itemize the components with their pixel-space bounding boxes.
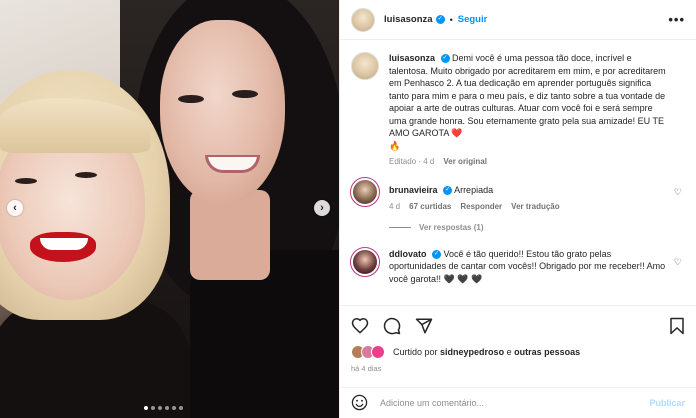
photo-person-right-face — [160, 20, 285, 205]
heart-icon[interactable]: ♡ — [674, 187, 682, 198]
carousel-next-button[interactable]: › — [314, 200, 330, 216]
carousel-dot — [144, 406, 148, 410]
comment-body: Você é tão querido!! Estou tão grato pel… — [389, 248, 666, 284]
comment-username[interactable]: ddlovato — [389, 249, 427, 259]
red-heart-emoji: ❤️ — [451, 128, 463, 138]
replies-line — [389, 226, 411, 228]
bookmark-icon[interactable] — [669, 317, 685, 335]
liked-by-user[interactable]: sidneypedroso — [440, 347, 504, 357]
carousel-prev-button[interactable]: ‹ — [7, 200, 23, 216]
comment-body: Arrepiada — [454, 185, 494, 195]
post-timestamp: há 4 dias — [351, 364, 382, 373]
verified-badge-icon: ✓ — [440, 54, 450, 64]
post-header: luisasonza ✓ • Seguir ••• — [340, 0, 696, 40]
carousel-dot — [151, 406, 155, 410]
emoji-icon[interactable] — [351, 394, 368, 413]
avatar — [371, 345, 385, 359]
comment-text: brunavieira ✓ Arrepiada — [389, 184, 667, 197]
photo-person-left-teeth — [40, 238, 88, 250]
publish-button[interactable]: Publicar — [649, 398, 685, 408]
comment-meta: 4 d 67 curtidas Responder Ver tradução — [389, 202, 667, 211]
fire-emoji: 🔥 — [389, 140, 401, 151]
post-details-pane: luisasonza ✓ • Seguir ••• luisasonza ✓ D… — [339, 0, 696, 418]
post-photo[interactable]: ‹ › — [0, 0, 339, 418]
reply-button[interactable]: Responder — [460, 202, 502, 211]
caption-body: Demi você é uma pessoa tão doce, incríve… — [389, 53, 666, 138]
photo-eye — [232, 90, 258, 98]
verified-badge-icon: ✓ — [435, 15, 445, 24]
caption-edited-info: Editado · 4 d — [389, 157, 435, 166]
caption-text: luisasonza ✓ Demi você é uma pessoa tão … — [389, 52, 667, 152]
comment-username[interactable]: brunavieira — [389, 185, 438, 195]
photo-eye — [15, 178, 37, 184]
add-comment-bar: Publicar — [340, 387, 696, 418]
view-replies-button[interactable]: Ver respostas (1) — [389, 223, 685, 232]
post-actions — [340, 305, 696, 345]
comment-item: brunavieira ✓ Arrepiada 4 d 67 curtidas … — [350, 177, 685, 211]
verified-badge-icon: ✓ — [443, 186, 453, 196]
heart-icon[interactable] — [351, 317, 369, 334]
avatar[interactable] — [351, 7, 375, 32]
more-options-icon[interactable]: ••• — [668, 12, 685, 27]
see-original-button[interactable]: Ver original — [443, 157, 487, 166]
comment-icon[interactable] — [383, 317, 401, 335]
avatar[interactable] — [350, 246, 380, 277]
follow-button[interactable]: Seguir — [458, 14, 488, 25]
comment-input[interactable] — [380, 398, 650, 408]
liked-by-others[interactable]: outras pessoas — [514, 347, 580, 357]
verified-badge-icon: ✓ — [432, 249, 442, 259]
caption-username[interactable]: luisasonza — [389, 53, 435, 63]
carousel-dot — [158, 406, 162, 410]
carousel-dot — [165, 406, 169, 410]
avatar[interactable] — [351, 52, 379, 80]
carousel-dot — [179, 406, 183, 410]
liked-by-text: Curtido por sidneypedroso e outras pesso… — [393, 347, 581, 357]
view-replies-label: Ver respostas (1) — [419, 222, 484, 232]
avatar[interactable] — [350, 177, 380, 207]
caption: luisasonza ✓ Demi você é uma pessoa tão … — [351, 52, 685, 166]
post-author-username[interactable]: luisasonza — [384, 14, 433, 25]
comments-list[interactable]: luisasonza ✓ Demi você é uma pessoa tão … — [340, 40, 696, 305]
liker-avatars — [351, 345, 389, 359]
share-icon[interactable] — [415, 317, 433, 335]
comment-likes-count[interactable]: 67 curtidas — [409, 202, 451, 211]
see-translation-button[interactable]: Ver tradução — [511, 202, 559, 211]
photo-eye — [75, 172, 97, 178]
separator-dot: • — [449, 14, 453, 25]
heart-icon[interactable]: ♡ — [674, 257, 682, 268]
comment-item: ddlovato ✓ Você é tão querido!! Estou tã… — [350, 246, 685, 286]
caption-meta: Editado · 4 d Ver original — [389, 157, 667, 166]
carousel-dots — [144, 406, 183, 410]
photo-eye — [178, 95, 204, 103]
carousel-dot — [172, 406, 176, 410]
comment-text: ddlovato ✓ Você é tão querido!! Estou tã… — [389, 248, 667, 286]
liked-by[interactable]: Curtido por sidneypedroso e outras pesso… — [351, 345, 685, 359]
comment-age: 4 d — [389, 201, 401, 211]
